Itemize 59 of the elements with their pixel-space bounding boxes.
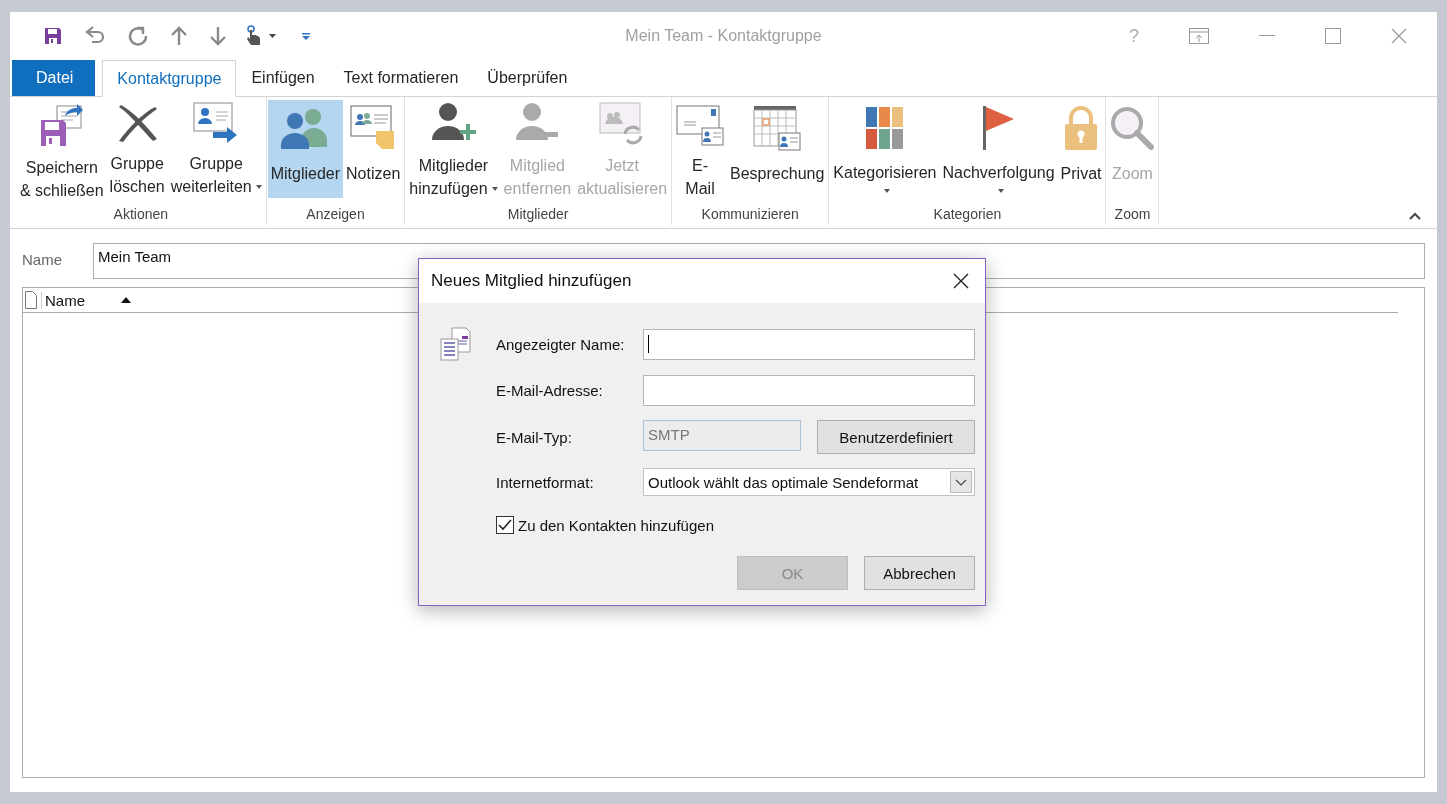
custom-button[interactable]: Benutzerdefiniert (817, 420, 975, 454)
ribbon-tab[interactable]: Kontaktgruppe (102, 60, 237, 97)
touch-mode-icon[interactable] (245, 25, 279, 47)
ribbon-tab[interactable]: Einfügen (237, 60, 329, 96)
calendar-contact-icon (753, 105, 802, 151)
format-dropdown[interactable]: Outlook wählt das optimale Sendeformat (643, 468, 975, 496)
ribbon-button[interactable]: Mitglieder hinzufügen (406, 100, 501, 198)
ribbon-display-icon[interactable] (1189, 28, 1209, 44)
undo-icon[interactable] (84, 26, 106, 46)
ribbon-button[interactable]: Gruppe weiterleiten (167, 100, 265, 198)
ribbon-button[interactable]: Besprechung (727, 100, 828, 198)
cancel-button[interactable]: Abbrechen (864, 556, 975, 590)
flag-icon (981, 104, 1016, 151)
maximize-icon[interactable] (1325, 28, 1341, 44)
display-name-field[interactable] (643, 328, 975, 360)
checkbox-label: Zu den Kontakten hinzufügen (518, 516, 714, 534)
column-header[interactable]: Name (41, 291, 131, 309)
window-title: Mein Team - Kontaktgruppe (625, 27, 822, 45)
ribbon-button[interactable]: Mitglieder (267, 100, 344, 198)
name-label: Name (22, 250, 63, 268)
color-grid-icon (865, 106, 904, 149)
group-label: Mitglieder (506, 206, 570, 224)
redo-icon[interactable] (127, 25, 149, 47)
field-label: E-Mail-Adresse: (496, 382, 604, 399)
ribbon-button[interactable]: Gruppe löschen (106, 100, 168, 198)
document-icon (25, 291, 37, 309)
field-label: E-Mail-Typ: (496, 428, 573, 446)
magnifier-icon (1110, 106, 1155, 150)
field-label: Internetformat: (496, 473, 595, 491)
group-label: Kategorien (932, 206, 1003, 224)
email-address-field[interactable] (643, 375, 975, 406)
ribbon-tab[interactable]: Überprüfen (473, 60, 582, 96)
group-label: Kommunizieren (700, 206, 800, 224)
ribbon-button[interactable]: Speichern & schließen (17, 100, 107, 198)
group-label: Zoom (1113, 206, 1152, 224)
contact-card-icon (440, 327, 472, 361)
ribbon-button[interactable]: Privat (1057, 100, 1105, 198)
group-label: Anzeigen (305, 206, 366, 224)
save-document-icon (38, 102, 85, 148)
lock-icon (1064, 106, 1099, 150)
arrow-up-icon[interactable] (170, 26, 188, 46)
checkbox[interactable] (496, 516, 514, 534)
collapse-ribbon-icon[interactable] (1409, 212, 1421, 220)
ribbon-button[interactable]: Nachverfolgung (939, 100, 1058, 198)
ribbon-button[interactable]: Notizen (343, 100, 404, 198)
ribbon-button[interactable]: Kategorisieren (830, 100, 940, 198)
ribbon-button[interactable]: E- Mail (673, 100, 728, 198)
envelope-contact-icon (676, 102, 725, 146)
minimize-icon[interactable] (1259, 35, 1275, 37)
save-icon[interactable] (43, 26, 63, 46)
customize-menu-icon[interactable] (300, 30, 312, 42)
email-type-field[interactable]: SMTP (643, 420, 801, 451)
arrow-down-icon[interactable] (209, 26, 227, 46)
field-label: Angezeigter Name: (496, 335, 626, 353)
ribbon-tab[interactable]: Text formatieren (329, 60, 473, 96)
group-label: Aktionen (112, 206, 170, 224)
card-note-icon (350, 105, 397, 151)
file-tab[interactable]: Datei (12, 60, 96, 96)
close-icon[interactable] (953, 273, 969, 289)
